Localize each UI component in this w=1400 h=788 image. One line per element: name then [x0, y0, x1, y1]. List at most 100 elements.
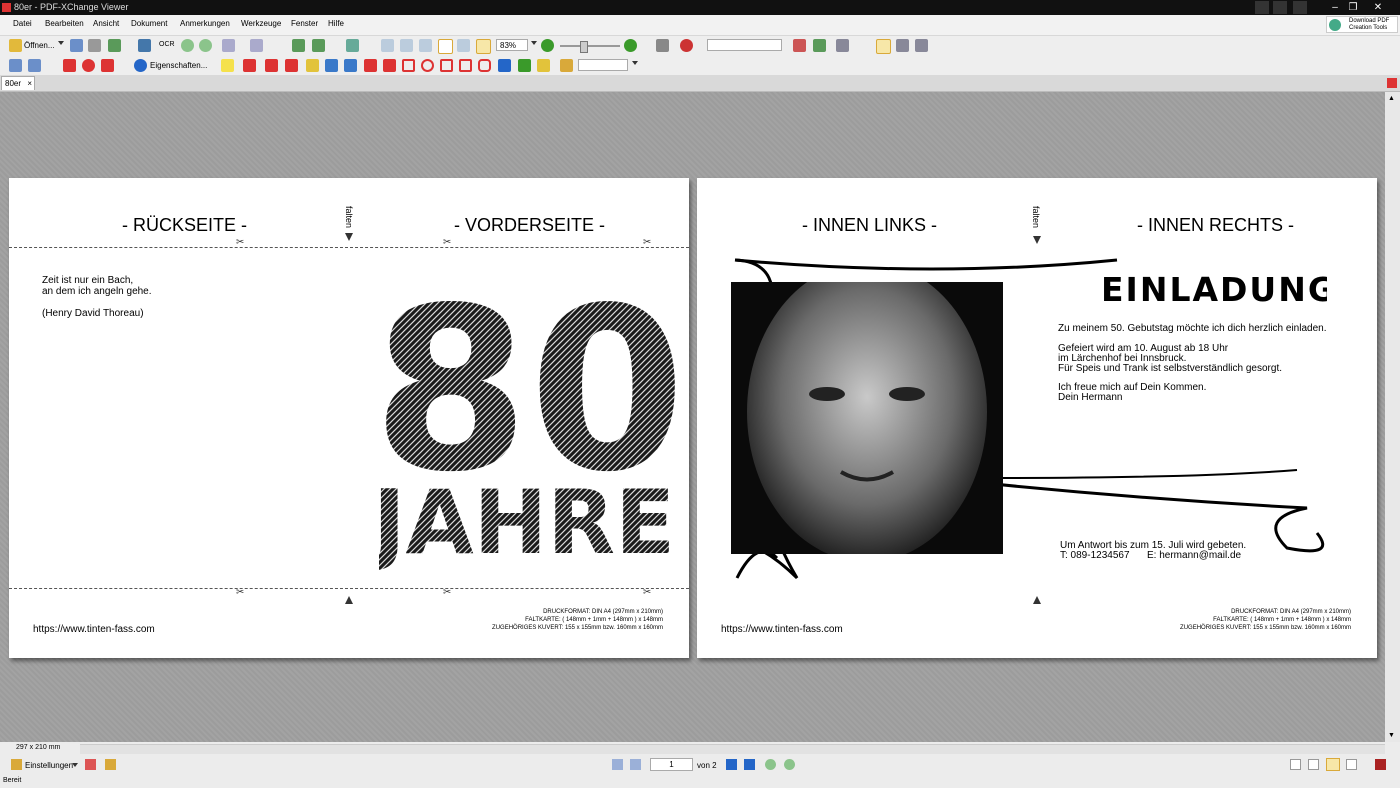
email-icon[interactable] — [108, 39, 121, 52]
scroll-up-icon[interactable]: ▲ — [1388, 95, 1395, 102]
menu-anmerkungen[interactable]: Anmerkungen — [180, 19, 230, 28]
print-icon[interactable] — [88, 39, 101, 52]
bookmarks-panel-icon[interactable] — [105, 759, 116, 770]
window-option-icon-2[interactable] — [1273, 1, 1287, 14]
vertical-scrollbar[interactable]: ▲ ▼ — [1385, 92, 1400, 742]
typewriter-icon[interactable] — [285, 59, 298, 72]
redo-icon[interactable] — [250, 39, 263, 52]
forward-icon[interactable] — [199, 39, 212, 52]
continuous-view-icon[interactable] — [1308, 759, 1319, 770]
actual-size-icon[interactable] — [381, 39, 394, 52]
cloud-icon[interactable] — [478, 59, 491, 72]
comments-icon[interactable] — [9, 59, 22, 72]
eraser-icon[interactable] — [537, 59, 550, 72]
history-back-icon[interactable] — [765, 759, 776, 770]
open-icon[interactable] — [9, 39, 22, 52]
zoom-icon[interactable] — [346, 39, 359, 52]
document-viewport[interactable]: - RÜCKSEITE - - VORDERSEITE - falten ✂ ✂… — [0, 92, 1385, 742]
window-option-icon-3[interactable] — [1293, 1, 1307, 14]
menu-werkzeuge[interactable]: Werkzeuge — [241, 19, 281, 28]
properties-icon[interactable] — [134, 59, 147, 72]
last-page-icon[interactable] — [744, 759, 755, 770]
polyline-icon[interactable] — [459, 59, 472, 72]
highlight-text-icon[interactable] — [306, 59, 319, 72]
zoom-dropdown-icon[interactable] — [531, 41, 537, 45]
undo-icon[interactable] — [222, 39, 235, 52]
back-icon[interactable] — [181, 39, 194, 52]
horizontal-scrollbar[interactable] — [80, 744, 1385, 754]
pages-panel-icon[interactable] — [85, 759, 96, 770]
minimize-button[interactable]: – — [1328, 1, 1342, 14]
single-page-icon[interactable] — [457, 39, 470, 52]
search-icon[interactable] — [793, 39, 806, 52]
line-icon[interactable] — [364, 59, 377, 72]
scan-icon[interactable] — [138, 39, 151, 52]
polygon-icon[interactable] — [440, 59, 453, 72]
single-page-view-icon[interactable] — [1290, 759, 1301, 770]
previous-page-icon[interactable] — [630, 759, 641, 770]
zoom-out-icon[interactable] — [541, 39, 554, 52]
underline-icon[interactable] — [344, 59, 357, 72]
fit-visible-icon[interactable] — [438, 39, 453, 54]
properties-button[interactable]: Eigenschaften... — [150, 61, 207, 70]
close-button[interactable]: ✕ — [1366, 1, 1390, 14]
menu-datei[interactable]: Datei — [13, 19, 32, 28]
arrow-line-icon[interactable] — [383, 59, 396, 72]
rectangle-icon[interactable] — [402, 59, 415, 72]
settings-icon[interactable] — [11, 759, 22, 770]
history-forward-icon[interactable] — [784, 759, 795, 770]
continuous-facing-view-icon[interactable] — [1346, 759, 1357, 770]
first-page-icon[interactable] — [612, 759, 623, 770]
ellipse-icon[interactable] — [421, 59, 434, 72]
zoom-in-icon[interactable] — [624, 39, 637, 52]
settings-dropdown-icon[interactable] — [72, 763, 78, 767]
layers-icon[interactable] — [28, 59, 41, 72]
download-pdf-tools-button[interactable]: Download PDF Creation Tools — [1326, 16, 1398, 33]
stamp-icon[interactable] — [82, 59, 95, 72]
zoom-slider[interactable] — [560, 45, 620, 47]
tab-close-icon[interactable]: × — [27, 77, 32, 91]
restore-button[interactable]: ❐ — [1346, 1, 1360, 14]
facing-view-icon[interactable] — [1326, 758, 1340, 771]
rotate-right-icon[interactable] — [312, 39, 325, 52]
pdf-tools-icon[interactable] — [1375, 759, 1386, 770]
select-tool-icon[interactable] — [836, 39, 849, 52]
arrow-tool-icon[interactable] — [63, 59, 76, 72]
menu-ansicht[interactable]: Ansicht — [93, 19, 119, 28]
save-icon[interactable] — [70, 39, 83, 52]
menu-dokument[interactable]: Dokument — [131, 19, 167, 28]
strikeout-icon[interactable] — [325, 59, 338, 72]
textbox-icon[interactable] — [243, 59, 256, 72]
pin-icon[interactable] — [498, 59, 511, 72]
sign-icon[interactable] — [101, 59, 114, 72]
page-number-input[interactable]: 1 — [650, 758, 693, 771]
stamp-combo[interactable] — [578, 59, 628, 71]
pencil-icon[interactable] — [518, 59, 531, 72]
search-web-icon[interactable] — [680, 39, 693, 52]
stamp-tool-icon[interactable] — [560, 59, 573, 72]
highlight-search-icon[interactable] — [813, 39, 826, 52]
hand-tool-icon[interactable] — [876, 39, 891, 54]
callout-icon[interactable] — [265, 59, 278, 72]
snapshot-icon[interactable] — [896, 39, 909, 52]
window-option-icon-1[interactable] — [1255, 1, 1269, 14]
measure-icon[interactable] — [915, 39, 928, 52]
zoom-combo[interactable]: 83% — [496, 39, 528, 51]
tab-80er[interactable]: 80er × — [1, 76, 35, 90]
menu-hilfe[interactable]: Hilfe — [328, 19, 344, 28]
close-document-icon[interactable] — [1387, 78, 1397, 88]
scroll-down-icon[interactable]: ▼ — [1388, 732, 1395, 739]
fit-width-icon[interactable] — [419, 39, 432, 52]
note-icon[interactable] — [221, 59, 234, 72]
find-icon[interactable] — [656, 39, 669, 52]
stamp-dropdown-icon[interactable] — [632, 61, 638, 65]
search-input[interactable] — [707, 39, 782, 51]
next-page-icon[interactable] — [726, 759, 737, 770]
ocr-button[interactable]: OCR — [159, 41, 175, 48]
rotate-left-icon[interactable] — [292, 39, 305, 52]
fit-page-icon[interactable] — [400, 39, 413, 52]
menu-fenster[interactable]: Fenster — [291, 19, 318, 28]
open-button[interactable]: Öffnen... — [24, 41, 55, 50]
zoom-slider-thumb[interactable] — [580, 41, 588, 53]
open-dropdown-icon[interactable] — [58, 41, 64, 45]
